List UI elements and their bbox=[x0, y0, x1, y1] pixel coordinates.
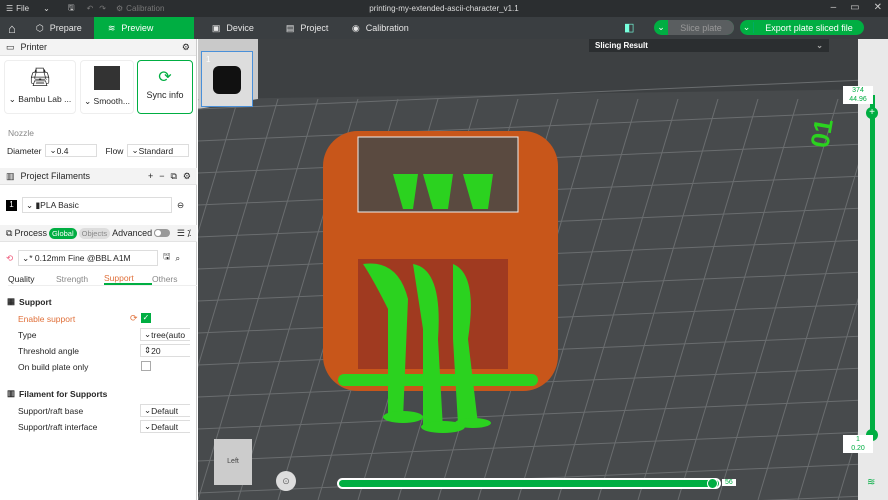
diameter-label: Diameter bbox=[7, 145, 42, 156]
support-icon: ▦ bbox=[7, 296, 16, 306]
tab-strength[interactable]: Strength bbox=[56, 274, 104, 284]
slicing-result-panel[interactable]: Slicing Result ⌄ bbox=[589, 39, 829, 52]
tab-others[interactable]: Others bbox=[152, 274, 178, 284]
device-icon: ▣ bbox=[211, 22, 221, 33]
close-button[interactable]: ✕ bbox=[874, 2, 882, 13]
tab-preview[interactable]: ≋ Preview bbox=[93, 17, 194, 39]
preview-icon: ≋ bbox=[107, 22, 116, 33]
sync-icon: ⟳ bbox=[158, 69, 172, 86]
flow-label: Flow bbox=[105, 145, 124, 156]
support-type-select[interactable]: ⌄ tree(auto bbox=[140, 328, 190, 341]
list-icon[interactable]: ☰ bbox=[177, 228, 185, 239]
objects-toggle[interactable]: Objects bbox=[78, 227, 111, 239]
advanced-switch[interactable] bbox=[154, 229, 171, 237]
filament-settings-icon[interactable]: ⚙ bbox=[183, 171, 191, 182]
process-header: ⧉ Process Global Objects Advanced ☰ ⁒ bbox=[0, 225, 197, 242]
advanced-label: Advanced bbox=[112, 228, 153, 238]
search-icon[interactable]: ⌕ bbox=[175, 253, 180, 264]
filaments-header: ▥ Project Filaments + − ⧉ ⚙ bbox=[0, 168, 197, 185]
bed-label: 01 bbox=[804, 116, 839, 150]
process-icon: ⧉ bbox=[6, 227, 13, 238]
move-value: 56 bbox=[722, 479, 736, 486]
layer-slider-track[interactable] bbox=[870, 95, 875, 435]
chevron-down-icon: ⌄ bbox=[740, 22, 754, 33]
top-layer-label: 374 44.96 bbox=[843, 86, 873, 104]
move-slider-handle[interactable] bbox=[707, 478, 718, 489]
tab-calibration[interactable]: ◉ Calibration bbox=[340, 17, 421, 39]
tab-project[interactable]: ▤ Project bbox=[274, 17, 340, 39]
view-cube[interactable]: Left bbox=[214, 439, 252, 485]
tab-prepare[interactable]: ⬡ Prepare bbox=[24, 17, 94, 39]
remove-circle-icon[interactable]: ⊖ bbox=[177, 200, 184, 211]
enable-support-checkbox[interactable]: ✓ bbox=[141, 313, 151, 323]
undo-icon[interactable]: ↶ bbox=[87, 4, 94, 13]
move-slider[interactable] bbox=[337, 478, 721, 489]
calibration-icon: ◉ bbox=[351, 22, 360, 33]
top-layer-handle[interactable]: + bbox=[866, 107, 878, 119]
plate-thumbnail[interactable]: 1 bbox=[201, 51, 253, 107]
tab-support[interactable]: Support bbox=[104, 273, 152, 285]
maximize-button[interactable]: ▭ bbox=[850, 2, 859, 13]
plate-number: 1 bbox=[206, 55, 211, 64]
global-toggle[interactable]: Global bbox=[48, 227, 77, 239]
calibration-shortcut[interactable]: ⚙ Calibration bbox=[116, 4, 164, 13]
flow-select[interactable]: ⌄ Standard bbox=[127, 144, 190, 157]
thumbnail-model bbox=[213, 66, 241, 94]
project-icon: ▤ bbox=[285, 22, 295, 33]
3d-viewport[interactable]: 01 1 Slicing Result ⌄ + 374 44.96 1 0.20 ≋ … bbox=[198, 39, 888, 500]
chevron-down-icon: ⌄ bbox=[657, 22, 665, 32]
remove-filament-button[interactable]: − bbox=[159, 171, 164, 181]
home-icon[interactable]: ⌂ bbox=[0, 17, 24, 39]
printer-header: ▭ Printer ⚙ bbox=[0, 39, 196, 56]
printer-settings-icon[interactable]: ⚙ bbox=[182, 42, 190, 53]
bottom-layer-label: 1 0.20 bbox=[843, 435, 873, 453]
reset-icon[interactable]: ⟲ bbox=[6, 253, 13, 264]
enable-support-label: Enable support bbox=[18, 314, 76, 324]
build-plate-only-label: On build plate only bbox=[18, 362, 89, 372]
title-bar: ☰ File ⌄ 🖫 ↶ ↷ ⚙ Calibration printing-my-e… bbox=[0, 0, 888, 17]
tab-quality[interactable]: Quality bbox=[8, 274, 56, 284]
reset-icon[interactable]: ⟳ bbox=[130, 313, 138, 324]
fit-view-icon[interactable]: ⊙ bbox=[276, 471, 296, 491]
threshold-spinbox[interactable]: ⇕ 20 bbox=[140, 344, 190, 357]
collapse-icon[interactable]: ⌄ bbox=[816, 41, 823, 50]
plate-icon bbox=[94, 66, 120, 90]
save-preset-icon[interactable]: 🖫 bbox=[163, 251, 170, 265]
compare-icon[interactable]: ⁒ bbox=[187, 228, 191, 239]
raft-interface-select[interactable]: ⌄ Default bbox=[140, 420, 190, 433]
menu-icon: ☰ bbox=[6, 4, 14, 13]
filament-icon: ▥ bbox=[6, 170, 15, 181]
main-tabbar: ⌂ ⬡ Prepare ≋ Preview ▣ Device ▤ Project ◉ Ca… bbox=[0, 17, 888, 39]
minimize-button[interactable]: – bbox=[831, 2, 837, 13]
export-button[interactable]: ⌄ Export plate sliced file bbox=[740, 20, 864, 35]
left-panel: ▭ Printer ⚙ 🖨 ⌄ Bambu Lab ... ⌄ Smooth... … bbox=[0, 39, 197, 500]
sync-info-button[interactable]: ⟳ Sync info bbox=[137, 60, 193, 114]
diameter-select[interactable]: ⌄ 0.4 bbox=[45, 144, 98, 157]
printer-selector[interactable]: 🖨 ⌄ Bambu Lab ... bbox=[4, 60, 76, 114]
layer-slider-strip: + 374 44.96 1 0.20 ≋ bbox=[843, 39, 888, 500]
add-filament-button[interactable]: + bbox=[148, 171, 153, 181]
gear-icon: ⚙ bbox=[116, 4, 124, 13]
build-plate-only-checkbox[interactable] bbox=[141, 361, 151, 371]
raft-base-select[interactable]: ⌄ Default bbox=[140, 404, 190, 417]
redo-icon[interactable]: ↷ bbox=[99, 4, 106, 13]
sync-filament-icon[interactable]: ⧉ bbox=[170, 171, 176, 182]
layers-icon[interactable]: ≋ bbox=[867, 477, 875, 488]
dropdown-button[interactable]: ⌄ bbox=[43, 4, 50, 13]
nozzle-label: Nozzle bbox=[8, 128, 34, 138]
filament-select[interactable]: ⌄ ▮ PLA Basic bbox=[22, 197, 172, 213]
filament-index: 1 bbox=[6, 199, 17, 211]
prepare-icon: ⬡ bbox=[35, 22, 44, 33]
plate-selector[interactable]: ⌄ Smooth... bbox=[80, 60, 134, 114]
printer-icon: ▭ bbox=[6, 41, 15, 52]
slice-plate-button[interactable]: ⌄ Slice plate bbox=[654, 20, 734, 35]
tab-device[interactable]: ▣ Device bbox=[194, 17, 274, 39]
process-preset-select[interactable]: ⌄ * 0.12mm Fine @BBL A1M bbox=[18, 250, 159, 266]
save-icon[interactable]: 🖫 bbox=[68, 2, 75, 16]
printer-icon: 🖨 bbox=[28, 67, 52, 87]
filament-icon: ▥ bbox=[7, 388, 16, 398]
build-plate: 01 bbox=[198, 39, 888, 500]
file-menu[interactable]: ☰ File bbox=[6, 4, 29, 13]
layout-icon[interactable]: ◧ bbox=[624, 21, 634, 34]
